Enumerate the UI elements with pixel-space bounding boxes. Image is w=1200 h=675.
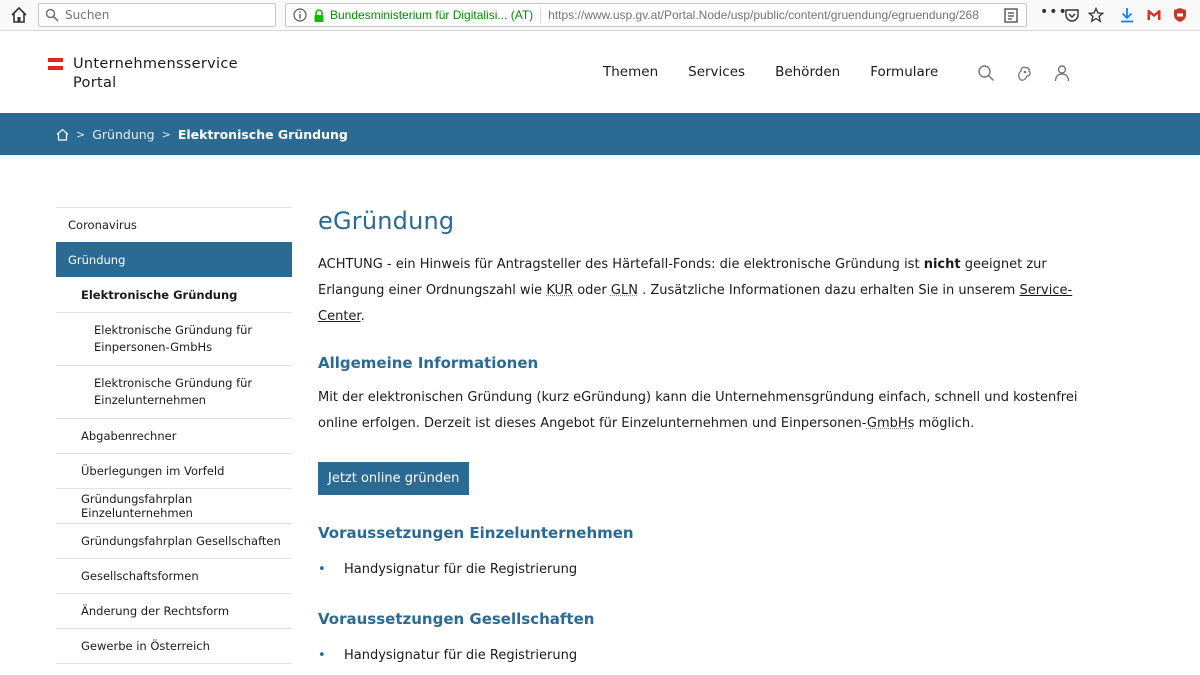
chevron-right-icon: > [161, 127, 171, 141]
abbr-kur[interactable]: KUR [546, 283, 573, 298]
nav-behoerden[interactable]: Behörden [775, 64, 840, 80]
jetzt-online-gruenden-button[interactable]: Jetzt online gründen [318, 462, 470, 495]
main-navigation: Themen Services Behörden Formulare [603, 64, 968, 80]
chevron-right-icon: > [76, 127, 86, 141]
list-item: Handysignatur für die Registrierung [318, 562, 1078, 577]
abbr-gln[interactable]: GLN [611, 283, 638, 298]
notice-paragraph: ACHTUNG - ein Hinweis für Antragsteller … [318, 252, 1078, 330]
sidebar-divider [56, 663, 292, 664]
sidebar-item-rechtsform[interactable]: Änderung der Rechtsform [56, 593, 292, 628]
site-identity: Bundesministerium für Digitalisi... (AT) [330, 8, 534, 22]
page-title: eGründung [318, 207, 455, 235]
url-text[interactable]: https://www.usp.gv.at/Portal.Node/usp/pu… [548, 8, 988, 22]
sidebar-item-fahrplan-gesellschaften[interactable]: Gründungsfahrplan Gesellschaften [56, 523, 292, 558]
logo-text: Unternehmensservice Portal [73, 55, 238, 93]
home-icon[interactable] [10, 6, 28, 24]
sidebar-navigation: Coronavirus Gründung Elektronische Gründ… [56, 207, 292, 664]
section-allgemein-text: Mit der elektronischen Gründung (kurz eG… [318, 385, 1078, 437]
nav-formulare[interactable]: Formulare [870, 64, 938, 80]
breadcrumb-item-gruendung[interactable]: Gründung [92, 127, 154, 142]
nav-themen[interactable]: Themen [603, 64, 658, 80]
notice-text-1: ACHTUNG - ein Hinweis für Antragsteller … [318, 257, 920, 272]
notice-text-3: . Zusätzliche Informationen dazu erhalte… [642, 283, 1016, 298]
search-icon [45, 8, 59, 22]
breadcrumb: > Gründung > Elektronische Gründung [0, 113, 1200, 155]
browser-toolbar: Bundesministerium für Digitalisi... (AT)… [0, 0, 1200, 31]
home-icon[interactable] [56, 128, 69, 141]
sidebar-item-egruendung-gmbh[interactable]: Elektronische Gründung für Einpersonen-G… [56, 312, 292, 365]
logo-line-1: Unternehmensservice [73, 56, 238, 72]
url-bar[interactable]: Bundesministerium für Digitalisi... (AT)… [285, 3, 1027, 27]
sidebar-item-ueberlegungen[interactable]: Überlegungen im Vorfeld [56, 453, 292, 488]
sidebar-item-abgabenrechner[interactable]: Abgabenrechner [56, 418, 292, 453]
section-title-allgemein: Allgemeine Informationen [318, 354, 539, 372]
search-icon[interactable] [977, 64, 995, 82]
austrian-flag-icon [48, 58, 63, 93]
sidebar-item-gewerbe[interactable]: Gewerbe in Österreich [56, 628, 292, 663]
sidebar-item-gruendung[interactable]: Gründung [56, 242, 292, 277]
sidebar-item-fahrplan-einzelunternehmen[interactable]: Gründungsfahrplan Einzelunternehmen [56, 488, 292, 523]
user-icon[interactable] [1053, 64, 1071, 82]
notice-emphasis: nicht [923, 257, 961, 272]
download-icon[interactable] [1119, 7, 1135, 23]
handysignatur-icon[interactable] [1015, 64, 1033, 82]
adblock-shield-icon[interactable] [1172, 7, 1188, 23]
reader-view-icon[interactable] [1004, 8, 1018, 23]
pocket-icon[interactable] [1064, 7, 1080, 23]
site-header: Unternehmensservice Portal Themen Servic… [0, 31, 1200, 113]
browser-search-box[interactable] [38, 3, 276, 27]
lock-icon[interactable] [313, 8, 325, 22]
section-allgemein-text-b: möglich. [918, 416, 975, 431]
bookmark-star-icon[interactable] [1088, 7, 1104, 23]
list-item: Handysignatur für die Registrierung [318, 648, 1078, 663]
notice-end: . [360, 309, 365, 324]
sidebar-item-coronavirus[interactable]: Coronavirus [56, 207, 292, 242]
main-content: eGründung ACHTUNG - ein Hinweis für Antr… [318, 205, 1078, 663]
info-icon[interactable] [293, 8, 307, 22]
notice-or: oder [577, 283, 607, 298]
logo-line-2: Portal [73, 75, 117, 91]
nav-services[interactable]: Services [688, 64, 745, 80]
section-title-gesellschaften: Voraussetzungen Gesellschaften [318, 610, 595, 628]
browser-search-input[interactable] [65, 8, 265, 22]
usp-logo[interactable]: Unternehmensservice Portal [48, 55, 238, 93]
url-separator [540, 7, 542, 23]
sidebar-item-egruendung-einzelunternehmen[interactable]: Elektronische Gründung für Einzelunterne… [56, 365, 292, 418]
sidebar-item-elektronische-gruendung[interactable]: Elektronische Gründung [56, 277, 292, 312]
section-title-einzelunternehmen: Voraussetzungen Einzelunternehmen [318, 524, 634, 542]
sidebar-item-gesellschaftsformen[interactable]: Gesellschaftsformen [56, 558, 292, 593]
abbr-gmbhs[interactable]: GmbHs [867, 416, 915, 431]
gmail-icon[interactable] [1146, 7, 1162, 23]
breadcrumb-item-current: Elektronische Gründung [177, 126, 348, 142]
